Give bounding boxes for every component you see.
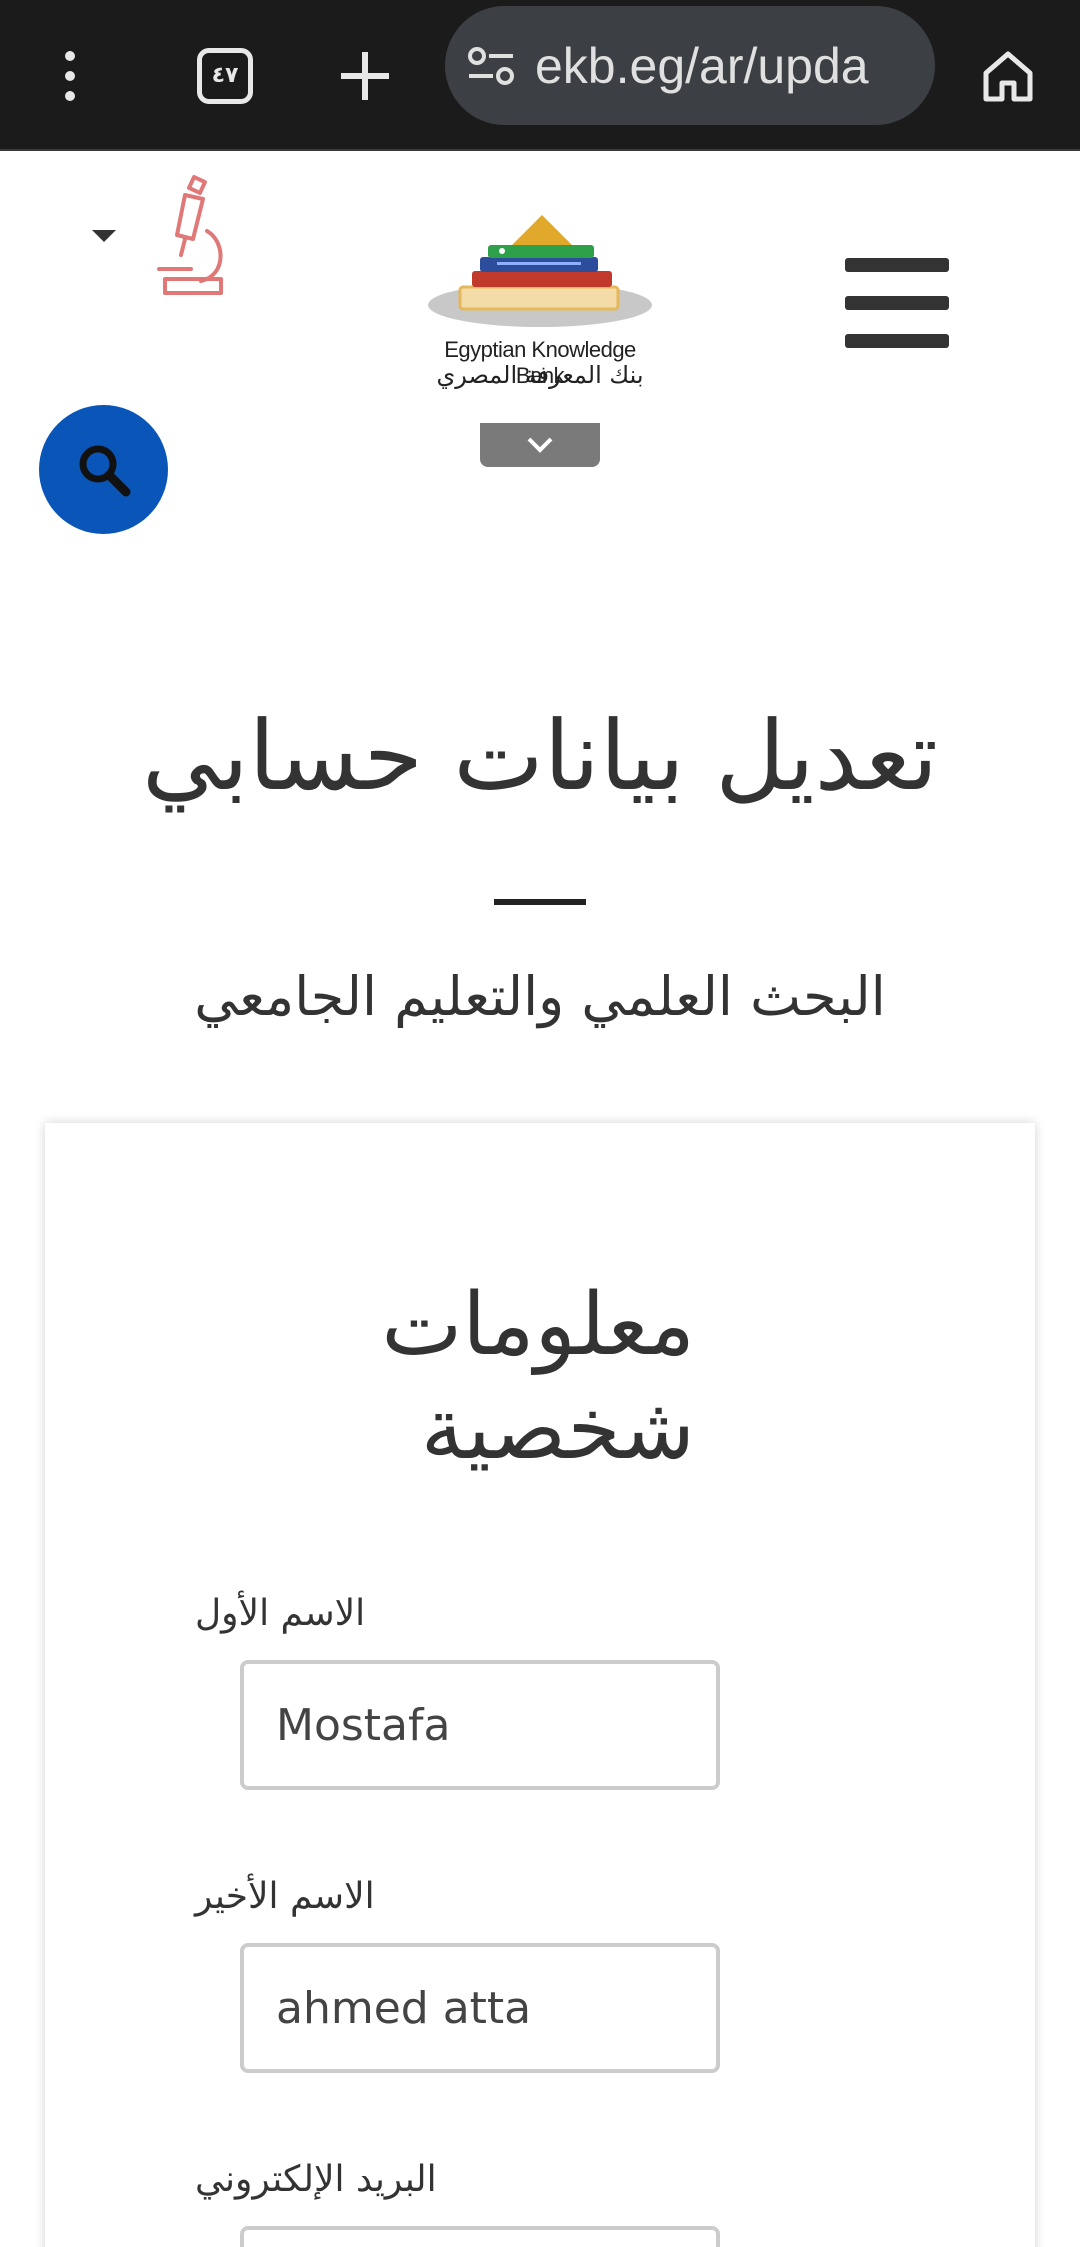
chevron-down-icon (527, 437, 553, 453)
browser-toolbar: ٤٧ ekb.eg/ar/upda (0, 0, 1080, 151)
site-settings-icon (468, 46, 514, 85)
title-divider (494, 899, 586, 905)
books-logo-icon (428, 215, 652, 327)
first-name-input[interactable] (240, 1660, 720, 1790)
section-title: معلومات شخصية (381, 1275, 695, 1479)
email-label: البريد الإلكتروني (195, 2159, 437, 2200)
tab-count: ٤٧ (197, 47, 253, 104)
plus-icon (341, 51, 389, 100)
expand-header-button[interactable] (480, 423, 600, 467)
hamburger-menu-icon[interactable] (845, 258, 949, 348)
first-name-label: الاسم الأول (195, 1593, 366, 1634)
microscope-icon-graphic (157, 175, 223, 295)
home-button[interactable] (968, 0, 1048, 151)
tab-switcher-button[interactable]: ٤٧ (180, 0, 270, 151)
page-title: تعديل بيانات حسابي (141, 700, 939, 812)
search-icon (79, 445, 130, 496)
profile-form-card: معلومات شخصية الاسم الأول الاسم الأخير ا… (45, 1123, 1035, 2247)
home-icon (983, 51, 1033, 101)
logo-arabic-text: بنك المعرفة المصري (436, 361, 644, 389)
microscope-icon[interactable] (155, 175, 235, 300)
browser-menu-button[interactable] (30, 0, 110, 151)
kebab-icon (65, 50, 75, 101)
url-text: ekb.eg/ar/upda (535, 37, 869, 94)
last-name-input[interactable] (240, 1943, 720, 2073)
search-button[interactable] (39, 405, 168, 534)
email-input[interactable] (240, 2226, 720, 2247)
last-name-label: الاسم الأخير (195, 1876, 375, 1917)
new-tab-button[interactable] (325, 0, 405, 151)
page-subtitle: البحث العلمي والتعليم الجامعي (194, 965, 886, 1028)
address-bar[interactable]: ekb.eg/ar/upda (445, 6, 935, 125)
ekb-logo[interactable]: Egyptian Knowledge Bank بنك المعرفة المص… (420, 205, 660, 395)
caret-down-icon[interactable] (92, 230, 116, 242)
